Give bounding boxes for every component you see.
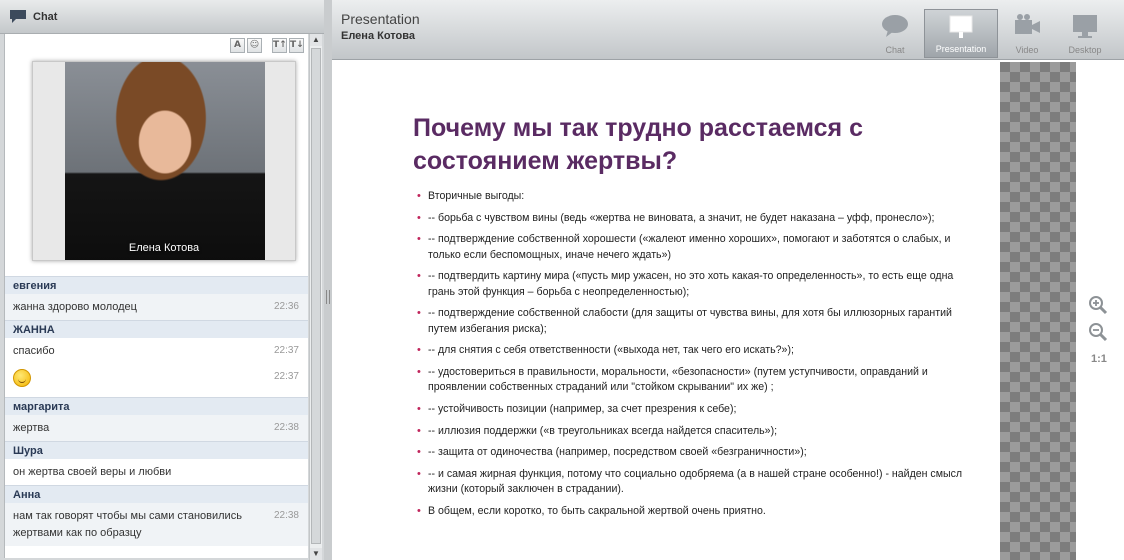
zoom-out-icon[interactable] xyxy=(1088,322,1108,342)
slide-title: Почему мы так трудно расстаемся с состоя… xyxy=(413,114,863,175)
presentation-slide: Почему мы так трудно расстаемся с состоя… xyxy=(332,62,1000,560)
message-time: 22:38 xyxy=(273,422,299,433)
chat-scrollbar[interactable]: ▲ ▼ xyxy=(309,34,322,560)
tab-label: Presentation xyxy=(935,44,987,54)
presenter-name: Елена Котова xyxy=(341,30,415,42)
slide-bullet: -- подтверждение собственной слабости (д… xyxy=(417,306,967,337)
scroll-down-arrow-icon[interactable]: ▼ xyxy=(310,548,322,560)
slide-bullet: -- борьба с чувством вины (ведь «жертва … xyxy=(417,211,967,227)
chat-bubble-icon xyxy=(10,10,26,23)
message-text: спасибо xyxy=(13,345,55,357)
video-camera-icon xyxy=(1015,14,1040,34)
message-row: жертва 22:38 xyxy=(5,415,308,441)
message-time: 22:37 xyxy=(273,371,299,382)
message-author: Шура xyxy=(5,441,308,459)
font-increase-button[interactable]: T↑ xyxy=(272,38,287,53)
presenter-photo xyxy=(65,62,265,260)
mode-tabs: Chat Presentation Video Desktop xyxy=(866,9,1114,58)
smiley-icon xyxy=(13,369,31,387)
slide-bullet: В общем, если коротко, то быть сакрально… xyxy=(417,504,967,520)
message-author: ЖАННА xyxy=(5,320,308,338)
chat-bubble-icon xyxy=(882,15,908,37)
slide-bullet: -- защита от одиночества (например, поср… xyxy=(417,445,967,461)
chat-panel: Chat A ☺ T↑ T↓ Елена Котова евгения жанн… xyxy=(0,0,324,560)
message-time: 22:37 xyxy=(273,345,299,356)
slide-decorative-border xyxy=(1000,62,1076,560)
zoom-actual-size-button[interactable]: 1:1 xyxy=(1091,353,1118,365)
tab-label: Chat xyxy=(885,45,905,55)
message-author: евгения xyxy=(5,276,308,294)
slide-bullet: -- подтвердить картину мира («пусть мир … xyxy=(417,269,967,300)
slide-bullet: -- иллюзия поддержки («в треугольниках в… xyxy=(417,424,967,440)
tab-presentation[interactable]: Presentation xyxy=(924,9,998,58)
grip-icon xyxy=(326,290,330,304)
scroll-up-arrow-icon[interactable]: ▲ xyxy=(310,34,322,46)
emoticon-button[interactable]: ☺ xyxy=(247,38,262,53)
slide-bullet: -- удостовериться в правильности, мораль… xyxy=(417,365,967,396)
message-time: 22:36 xyxy=(273,301,299,312)
tab-chat[interactable]: Chat xyxy=(866,9,924,58)
slide-bullet: -- подтверждение собственной хорошести (… xyxy=(417,232,967,263)
chat-title: Chat xyxy=(33,11,58,23)
font-decrease-button[interactable]: T↓ xyxy=(289,38,304,53)
chat-toolbar: A ☺ T↑ T↓ xyxy=(230,38,304,54)
slide-bullet: -- устойчивость позиции (например, за сч… xyxy=(417,402,967,418)
message-author: Анна xyxy=(5,485,308,503)
text-color-button[interactable]: A xyxy=(230,38,245,53)
message-row: он жертва своей веры и любви xyxy=(5,459,308,485)
message-time: 22:38 xyxy=(273,510,299,521)
message-text: он жертва своей веры и любви xyxy=(13,466,172,478)
tab-desktop[interactable]: Desktop xyxy=(1056,9,1114,58)
tab-label: Video xyxy=(1015,45,1039,55)
presentation-header: Presentation Елена Котова Chat Presentat… xyxy=(332,0,1124,60)
slide-bullet: -- и самая жирная функция, потому что со… xyxy=(417,467,967,498)
message-text: жанна здорово молодец xyxy=(13,301,137,313)
presentation-board-icon xyxy=(949,15,973,38)
message-row: 22:37 xyxy=(5,364,308,397)
chat-header: Chat xyxy=(0,0,324,34)
slide-bullet-list: Вторичные выгоды: -- борьба с чувством в… xyxy=(417,189,967,526)
slide-bullet: Вторичные выгоды: xyxy=(417,189,967,205)
slide-bullet: -- для снятия с себя ответственности («в… xyxy=(417,343,967,359)
message-row: спасибо 22:37 xyxy=(5,338,308,364)
message-text: жертва xyxy=(13,422,50,434)
panel-title: Presentation xyxy=(341,11,420,27)
zoom-controls: 1:1 xyxy=(1088,295,1118,365)
scrollbar-thumb[interactable] xyxy=(311,48,321,544)
tab-label: Desktop xyxy=(1068,45,1102,55)
message-author: маргарита xyxy=(5,397,308,415)
panel-resize-handle[interactable] xyxy=(324,0,332,560)
desktop-monitor-icon xyxy=(1073,15,1097,38)
webcam-video: Елена Котова xyxy=(32,61,296,261)
presentation-panel: Presentation Елена Котова Chat Presentat… xyxy=(332,0,1124,560)
message-text: нам так говорят чтобы мы сами становилис… xyxy=(13,510,242,539)
video-presenter-name: Елена Котова xyxy=(128,242,200,254)
tab-video[interactable]: Video xyxy=(998,9,1056,58)
zoom-in-icon[interactable] xyxy=(1088,295,1108,315)
chat-message-list: евгения жанна здорово молодец 22:36 ЖАНН… xyxy=(5,276,308,546)
chat-body: A ☺ T↑ T↓ Елена Котова евгения жанна здо… xyxy=(4,34,308,558)
message-row: нам так говорят чтобы мы сами становилис… xyxy=(5,503,308,546)
message-row: жанна здорово молодец 22:36 xyxy=(5,294,308,320)
